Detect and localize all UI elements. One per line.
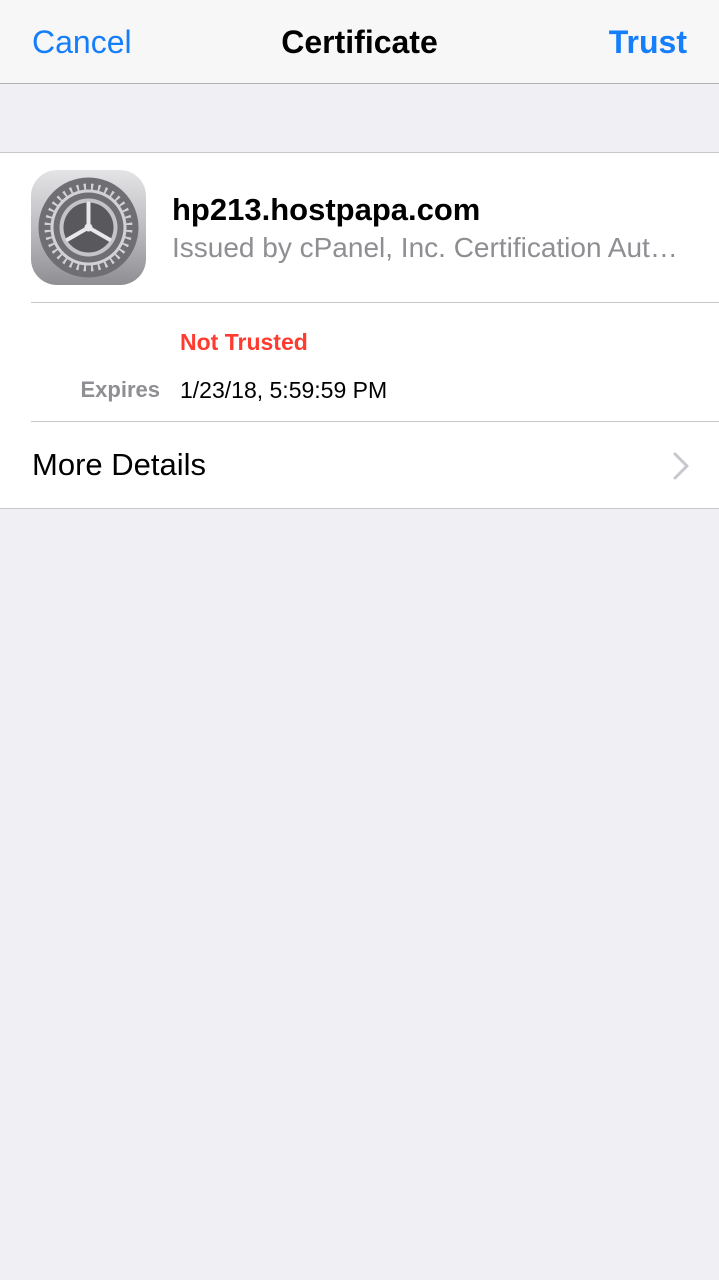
certificate-issuer: Issued by cPanel, Inc. Certification Aut… — [172, 232, 692, 263]
chevron-right-icon — [673, 452, 689, 480]
expires-label: Expires — [80, 377, 161, 402]
more-details-label: More Details — [32, 447, 206, 482]
expires-value: 1/23/18, 5:59:59 PM — [180, 377, 388, 403]
more-details-row[interactable]: More Details — [0, 422, 719, 508]
navigation-bar: Cancel Certificate Trust — [0, 0, 719, 84]
certificate-name: hp213.hostpapa.com — [172, 192, 481, 227]
cancel-button[interactable]: Cancel — [32, 22, 132, 62]
certificate-group: hp213.hostpapa.com Issued by cPanel, Inc… — [0, 152, 719, 509]
trust-button[interactable]: Trust — [609, 22, 687, 62]
separator — [31, 302, 719, 303]
settings-gear-icon — [31, 170, 146, 285]
trust-status-label: Not Trusted — [180, 329, 308, 355]
